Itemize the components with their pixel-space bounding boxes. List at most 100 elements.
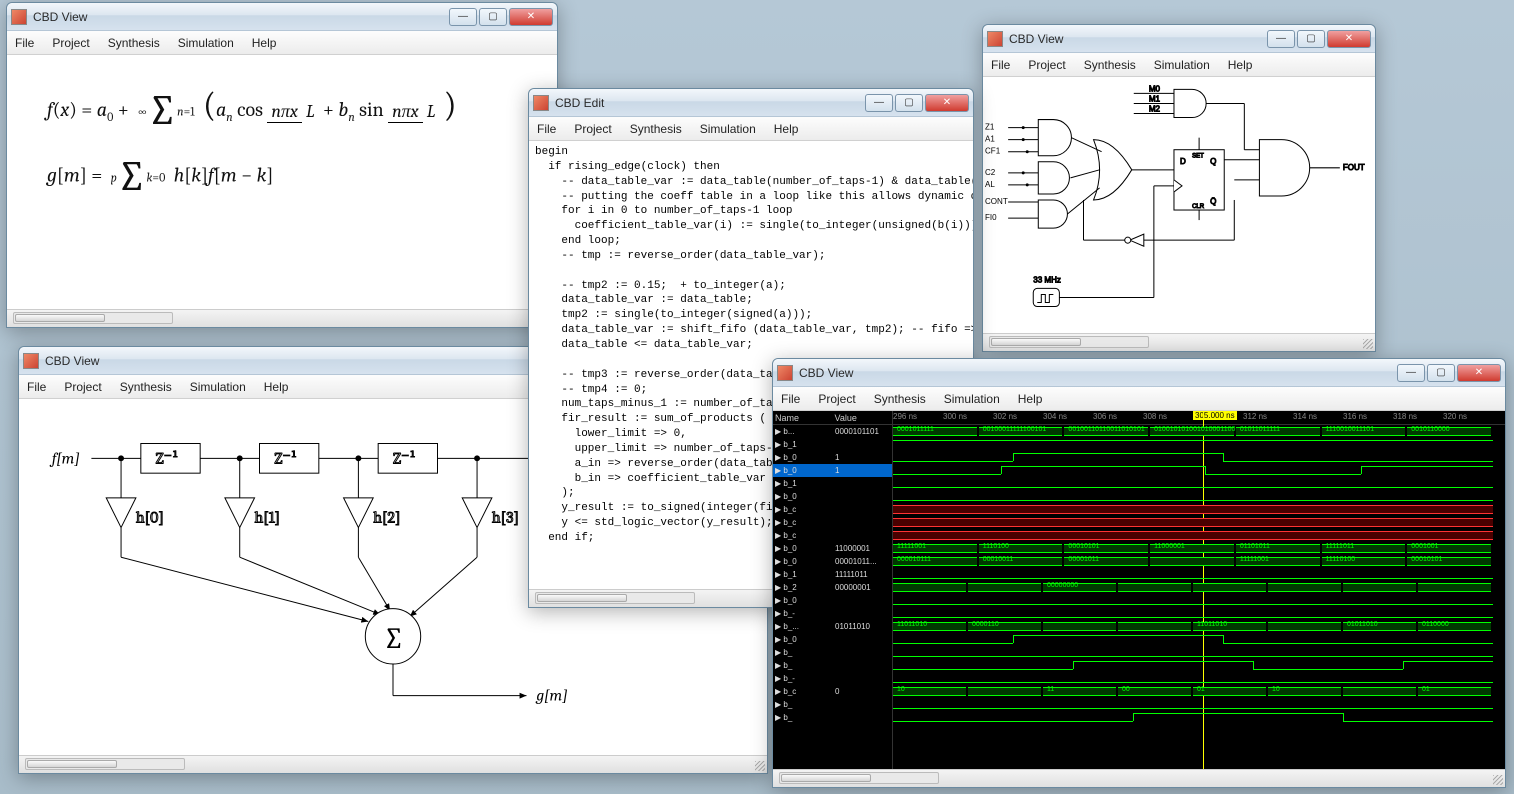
wave-row[interactable]: [893, 607, 1505, 620]
maximize-button[interactable]: ▢: [1297, 30, 1325, 48]
menu-file[interactable]: File: [27, 380, 46, 394]
maximize-button[interactable]: ▢: [895, 94, 923, 112]
signal-row[interactable]: ▶ b_0: [773, 594, 892, 607]
hscrollbar[interactable]: [13, 312, 173, 324]
signal-row[interactable]: ▶ b_0: [773, 490, 892, 503]
wave-row[interactable]: [893, 698, 1505, 711]
menubar: File Project Synthesis Simulation Help: [7, 31, 557, 55]
wave-row[interactable]: [893, 529, 1505, 542]
titlebar[interactable]: CBD Edit — ▢ ✕: [529, 89, 973, 117]
menu-simulation[interactable]: Simulation: [944, 392, 1000, 406]
hscrollbar[interactable]: [989, 336, 1149, 348]
signal-row[interactable]: ▶ b_: [773, 646, 892, 659]
signal-row[interactable]: ▶ b_-: [773, 672, 892, 685]
close-button[interactable]: ✕: [1327, 30, 1371, 48]
menu-file[interactable]: File: [991, 58, 1010, 72]
signal-row[interactable]: ▶ b_c: [773, 529, 892, 542]
menu-project[interactable]: Project: [1028, 58, 1065, 72]
menu-help[interactable]: Help: [1018, 392, 1043, 406]
signal-row[interactable]: ▶ b...0000101101: [773, 425, 892, 438]
menu-project[interactable]: Project: [818, 392, 855, 406]
menu-help[interactable]: Help: [774, 122, 799, 136]
wave-row[interactable]: [893, 503, 1505, 516]
wave-row[interactable]: 101100011001: [893, 685, 1505, 698]
signal-row[interactable]: ▶ b_c: [773, 503, 892, 516]
titlebar[interactable]: CBD View — ▢ ✕: [773, 359, 1505, 387]
menu-help[interactable]: Help: [252, 36, 277, 50]
menu-project[interactable]: Project: [52, 36, 89, 50]
menu-simulation[interactable]: Simulation: [190, 380, 246, 394]
minimize-button[interactable]: —: [449, 8, 477, 26]
wave-row[interactable]: [893, 490, 1505, 503]
signal-row[interactable]: ▶ b_1: [773, 477, 892, 490]
wave-row[interactable]: 00000000: [893, 581, 1505, 594]
menu-synthesis[interactable]: Synthesis: [874, 392, 926, 406]
signal-row[interactable]: ▶ b_c: [773, 516, 892, 529]
minimize-button[interactable]: —: [1397, 364, 1425, 382]
menu-project[interactable]: Project: [574, 122, 611, 136]
signal-panel[interactable]: Name Value ▶ b...0000101101▶ b_1▶ b_01▶ …: [773, 411, 893, 769]
signal-row[interactable]: ▶ b_c0: [773, 685, 892, 698]
signal-row[interactable]: ▶ b_200000001: [773, 581, 892, 594]
menu-project[interactable]: Project: [64, 380, 101, 394]
wave-row[interactable]: [893, 438, 1505, 451]
signal-row[interactable]: ▶ b_111111011: [773, 568, 892, 581]
signal-row[interactable]: ▶ b_0: [773, 633, 892, 646]
menu-help[interactable]: Help: [1228, 58, 1253, 72]
wave-row[interactable]: [893, 672, 1505, 685]
signal-row[interactable]: ▶ b_-: [773, 607, 892, 620]
signal-row[interactable]: ▶ b_: [773, 698, 892, 711]
titlebar[interactable]: CBD View — ▢ ✕: [983, 25, 1375, 53]
hscrollbar[interactable]: [779, 772, 939, 784]
signal-row[interactable]: ▶ b_01: [773, 451, 892, 464]
close-button[interactable]: ✕: [509, 8, 553, 26]
menu-file[interactable]: File: [537, 122, 556, 136]
minimize-button[interactable]: —: [865, 94, 893, 112]
signal-row[interactable]: ▶ b_011000001: [773, 542, 892, 555]
wave-canvas[interactable]: 296 ns300 ns302 ns304 ns306 ns308 ns310 …: [893, 411, 1505, 769]
wave-row[interactable]: [893, 568, 1505, 581]
wave-row[interactable]: 11011010000011011011010010110100110000: [893, 620, 1505, 633]
signal-row[interactable]: ▶ b_: [773, 711, 892, 724]
close-button[interactable]: ✕: [925, 94, 969, 112]
wave-row[interactable]: [893, 659, 1505, 672]
hscrollbar[interactable]: [535, 592, 695, 604]
close-button[interactable]: ✕: [1457, 364, 1501, 382]
menu-file[interactable]: File: [15, 36, 34, 50]
menu-synthesis[interactable]: Synthesis: [1084, 58, 1136, 72]
menu-simulation[interactable]: Simulation: [178, 36, 234, 50]
menu-file[interactable]: File: [781, 392, 800, 406]
wave-row[interactable]: [893, 711, 1505, 724]
signal-row[interactable]: ▶ b_01: [773, 464, 892, 477]
menu-synthesis[interactable]: Synthesis: [120, 380, 172, 394]
signal-row[interactable]: ▶ b_000001011...: [773, 555, 892, 568]
menu-synthesis[interactable]: Synthesis: [630, 122, 682, 136]
wave-row[interactable]: [893, 516, 1505, 529]
menu-simulation[interactable]: Simulation: [700, 122, 756, 136]
wave-row[interactable]: [893, 451, 1505, 464]
maximize-button[interactable]: ▢: [479, 8, 507, 26]
minimize-button[interactable]: —: [1267, 30, 1295, 48]
wave-row[interactable]: [893, 477, 1505, 490]
maximize-button[interactable]: ▢: [1427, 364, 1455, 382]
wave-row[interactable]: [893, 594, 1505, 607]
svg-text:C2: C2: [985, 168, 996, 177]
wave-row[interactable]: 0000101110001001100001011111110011111010…: [893, 555, 1505, 568]
menu-simulation[interactable]: Simulation: [1154, 58, 1210, 72]
wave-row[interactable]: [893, 646, 1505, 659]
signal-row[interactable]: ▶ b_: [773, 659, 892, 672]
menu-synthesis[interactable]: Synthesis: [108, 36, 160, 50]
svg-text:h[0]: h[0]: [136, 509, 164, 527]
hscrollbar[interactable]: [25, 758, 185, 770]
wave-row[interactable]: [893, 464, 1505, 477]
titlebar[interactable]: CBD View — ▢ ✕: [7, 3, 557, 31]
menu-help[interactable]: Help: [264, 380, 289, 394]
wave-row[interactable]: [893, 633, 1505, 646]
svg-text:∑: ∑: [383, 622, 404, 656]
wave-row[interactable]: 0001011111001000111111001010010011011001…: [893, 425, 1505, 438]
waveform-area[interactable]: Name Value ▶ b...0000101101▶ b_1▶ b_01▶ …: [773, 411, 1505, 769]
signal-row[interactable]: ▶ b_...01011010: [773, 620, 892, 633]
wave-row[interactable]: 1111100111101000001010111000001011010111…: [893, 542, 1505, 555]
svg-text:FI0: FI0: [985, 213, 997, 222]
signal-row[interactable]: ▶ b_1: [773, 438, 892, 451]
